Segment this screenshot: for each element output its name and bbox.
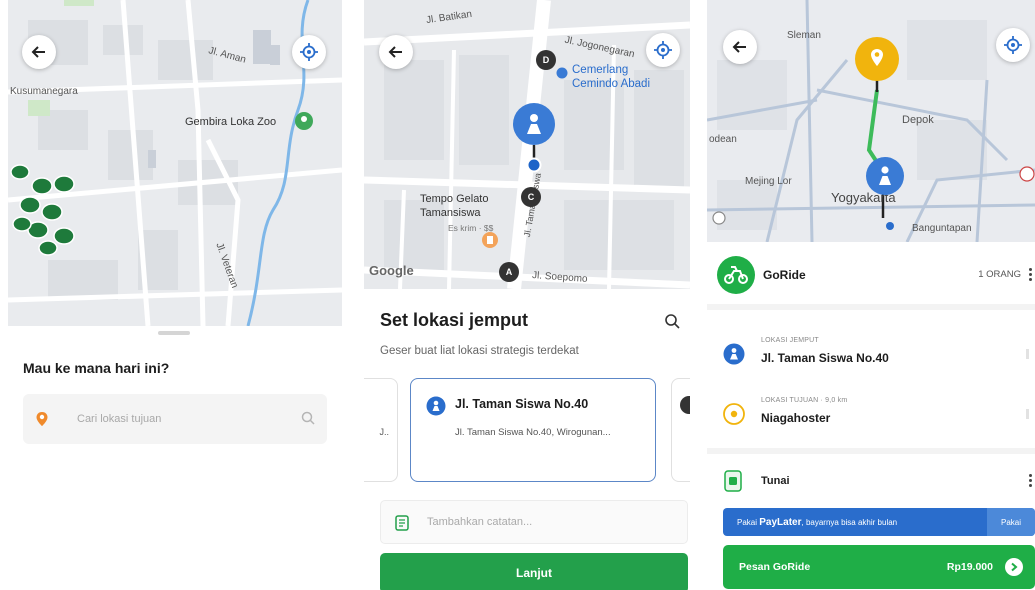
my-location-button[interactable] (996, 28, 1030, 62)
destination-target-icon (723, 403, 745, 425)
poi-sublabel: Es krim · $$ (448, 223, 494, 233)
payment-method-row[interactable]: Tunai (723, 468, 1035, 496)
map-marker-a[interactable]: A (499, 262, 519, 282)
note-icon (395, 515, 409, 531)
passenger-count[interactable]: 1 ORANG (978, 269, 1021, 280)
map-view[interactable]: Sleman Depok odean Mejing Lor Yogyakarta… (707, 0, 1035, 242)
motorbike-icon (724, 266, 748, 284)
paylater-banner[interactable]: Pakai PayLater, bayarnya bisa akhir bula… (723, 508, 1035, 536)
paylater-suffix: , bayarnya bisa akhir bulan (801, 518, 898, 527)
edit-handle[interactable] (1026, 409, 1029, 419)
pickup-location-row[interactable]: LOKASI JEMPUT Jl. Taman Siswa No.40 (723, 335, 1029, 379)
payment-method: Tunai (761, 475, 790, 487)
arrow-right-icon (1005, 558, 1023, 576)
search-icon[interactable] (301, 411, 315, 425)
sheet-handle[interactable] (158, 331, 190, 335)
map-marker-c[interactable]: C (521, 187, 541, 207)
back-button[interactable] (22, 35, 56, 69)
location-address: Jl. Taman Siswa No.40, Wirogunan... (455, 427, 611, 438)
location-card-previous[interactable]: J.. (364, 378, 398, 482)
back-button[interactable] (379, 35, 413, 69)
arrow-left-icon (31, 46, 45, 58)
note-input[interactable]: Tambahkan catatan... (380, 500, 688, 544)
map-label: Kusumanegara (10, 86, 78, 97)
map-view[interactable]: Jl. Aman Kusumanegara Gembira Loka Zoo J… (8, 0, 342, 326)
card-fragment: J.. (379, 427, 389, 437)
payment-more-icon[interactable] (1029, 474, 1032, 489)
destination-search-input[interactable]: Cari lokasi tujuan (23, 394, 327, 444)
divider (707, 304, 1035, 310)
order-label: Pesan GoRide (739, 561, 811, 573)
service-row[interactable]: GoRide 1 ORANG (717, 256, 1035, 296)
search-placeholder: Cari lokasi tujuan (77, 413, 162, 425)
map-label: Depok (902, 114, 934, 126)
map-label: odean (709, 134, 737, 145)
paylater-prefix: Pakai (737, 518, 758, 527)
page-subtitle: Geser buat liat lokasi strategis terdeka… (380, 345, 579, 357)
crosshair-icon (300, 43, 318, 61)
service-more-icon[interactable] (1029, 268, 1032, 283)
chevron-right-icon (1011, 562, 1018, 572)
screen-order-summary: Sleman Depok odean Mejing Lor Yogyakarta… (707, 0, 1035, 590)
screen-home: Jl. Aman Kusumanegara Gembira Loka Zoo J… (8, 0, 342, 590)
destination-value: Niagahoster (761, 411, 831, 425)
sheet-title: Mau ke mana hari ini? (23, 360, 170, 376)
marker-dot (680, 396, 690, 414)
location-pin-icon (36, 412, 48, 426)
map-label: Sleman (787, 30, 821, 41)
crosshair-icon (1004, 36, 1022, 54)
location-card-selected[interactable]: Jl. Taman Siswa No.40 Jl. Taman Siswa No… (410, 378, 656, 482)
arrow-left-icon (732, 41, 746, 53)
paylater-text: Pakai PayLater, bayarnya bisa akhir bula… (737, 517, 897, 528)
paylater-brand: PayLater (759, 517, 802, 528)
note-placeholder: Tambahkan catatan... (427, 516, 533, 528)
destination-label: LOKASI TUJUAN · 9,0 km (761, 397, 848, 404)
service-name: GoRide (763, 268, 806, 282)
wallet-icon (724, 470, 742, 492)
google-logo: Google (369, 263, 414, 278)
pickup-pin-icon[interactable] (509, 101, 559, 181)
screen-set-pickup: Jl. Batikan Jl. Jogonegaran Cemerlang Ce… (364, 0, 690, 590)
destination-pin-icon[interactable] (853, 35, 901, 83)
divider (707, 448, 1035, 454)
page-title: Set lokasi jemput (380, 310, 529, 330)
pickup-pin-icon[interactable] (864, 155, 906, 197)
map-label: Mejing Lor (745, 176, 792, 187)
search-icon[interactable] (664, 313, 680, 329)
map-marker-d[interactable]: D (536, 50, 556, 70)
pickup-person-icon (426, 396, 446, 416)
location-name: Jl. Taman Siswa No.40 (455, 397, 589, 411)
map-view[interactable]: Jl. Batikan Jl. Jogonegaran Cemerlang Ce… (364, 0, 690, 289)
my-location-button[interactable] (292, 35, 326, 69)
my-location-button[interactable] (646, 33, 680, 67)
order-price: Rp19.000 (946, 561, 993, 573)
poi-label[interactable]: Gembira Loka Zoo (185, 116, 276, 128)
continue-button[interactable]: Lanjut (380, 553, 688, 590)
destination-location-row[interactable]: LOKASI TUJUAN · 9,0 km Niagahoster (723, 395, 1029, 439)
pickup-label: LOKASI JEMPUT (761, 337, 819, 344)
pickup-person-icon (723, 343, 745, 365)
back-button[interactable] (723, 30, 757, 64)
map-label: Banguntapan (912, 223, 972, 234)
goride-logo (717, 256, 755, 294)
paylater-use-button[interactable]: Pakai (987, 508, 1035, 536)
arrow-left-icon (388, 46, 402, 58)
crosshair-icon (654, 41, 672, 59)
pickup-value: Jl. Taman Siswa No.40 (761, 351, 889, 365)
poi-label[interactable]: Cemerlang Cemindo Abadi (572, 63, 650, 91)
order-button[interactable]: Pesan GoRide Rp19.000 (723, 545, 1035, 589)
location-card-next[interactable] (671, 378, 690, 482)
poi-label[interactable]: Tempo Gelato Tamansiswa (420, 192, 488, 220)
edit-handle[interactable] (1026, 349, 1029, 359)
